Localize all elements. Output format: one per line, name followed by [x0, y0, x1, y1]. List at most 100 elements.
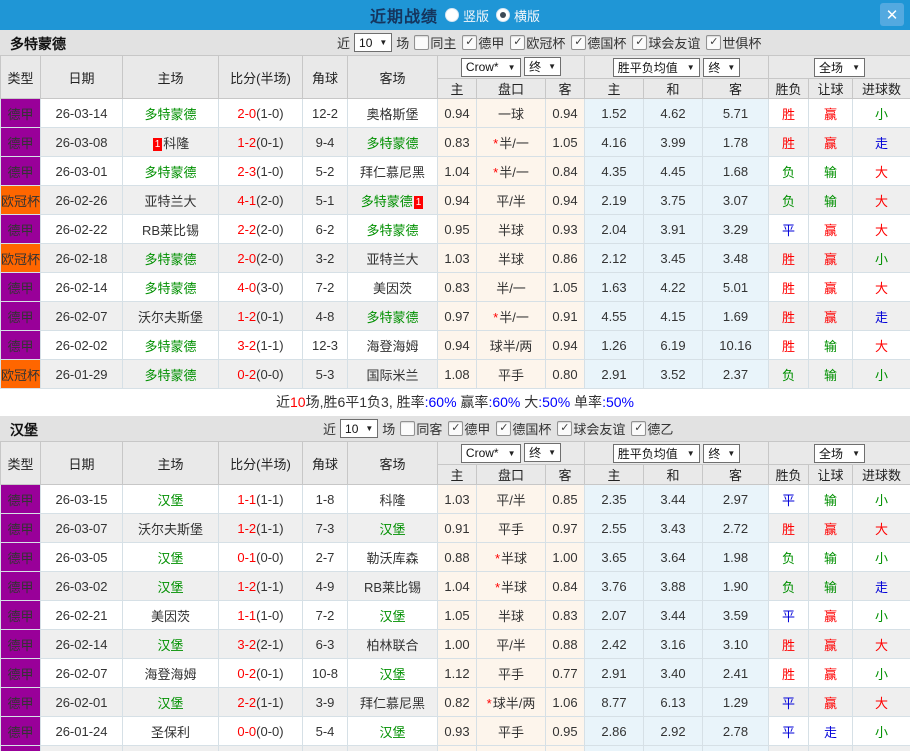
league-filter[interactable]: ✓德甲	[457, 33, 505, 52]
league-filter[interactable]: ✓德乙	[626, 419, 674, 438]
fulltime-group-header: 全场▼	[769, 442, 910, 465]
halftime-score: (1-0)	[256, 164, 283, 179]
fulltime-score: 3-2	[237, 637, 256, 652]
away-team-cell: 多特蒙德	[348, 302, 438, 331]
filter-label: 德甲	[478, 33, 504, 52]
checkbox-checked-icon[interactable]: ✓	[510, 35, 525, 50]
team-text: 拜仁慕尼黑	[360, 165, 425, 180]
result-cell: 平	[769, 215, 809, 244]
league-filter[interactable]: 同主	[409, 33, 457, 52]
handicap-home-odds-cell: 1.05	[438, 601, 477, 630]
league-filter[interactable]: ✓德国杯	[491, 419, 552, 438]
odds-source-select[interactable]: Crow*▼	[461, 58, 521, 77]
radio-label: 横版	[514, 6, 540, 25]
radio-selected-icon[interactable]	[496, 8, 510, 22]
checkbox-checked-icon[interactable]: ✓	[632, 35, 647, 50]
handicap-away-odds-cell: 0.91	[546, 302, 585, 331]
away-team-cell: 拜仁慕尼黑	[348, 688, 438, 717]
away-team-cell: 柏林联合	[348, 630, 438, 659]
handicap-away-odds-cell: 0.97	[546, 514, 585, 543]
corners-cell: 6-3	[303, 630, 348, 659]
checkbox-checked-icon[interactable]: ✓	[462, 35, 477, 50]
title-group: 近期战绩 竖版 横版	[370, 3, 540, 27]
subcol-result: 胜负	[769, 465, 809, 485]
handicap-cell: 平手	[477, 746, 546, 751]
filter-label: 同主	[430, 33, 456, 52]
result-text: 负	[782, 368, 795, 383]
league-filter[interactable]: ✓球会友谊	[627, 33, 701, 52]
checkbox-checked-icon[interactable]: ✓	[448, 421, 463, 436]
checkbox-checked-icon[interactable]: ✓	[571, 35, 586, 50]
handicap-cell: 球半/两	[477, 331, 546, 360]
score-cell: 0-0(0-0)	[219, 717, 303, 746]
checkbox-checked-icon[interactable]: ✓	[496, 421, 511, 436]
subcol-handicap: 盘口	[477, 79, 546, 99]
checkbox-checked-icon[interactable]: ✓	[631, 421, 646, 436]
team-text: 圣保利	[151, 725, 190, 740]
avg-draw-odds-cell: 3.44	[644, 485, 703, 514]
subcol-goals-result: 进球数	[853, 79, 910, 99]
col-header-type: 类型	[1, 56, 41, 99]
result-cell: 平	[769, 485, 809, 514]
league-filter[interactable]: ✓球会友谊	[552, 419, 626, 438]
odds-time-select[interactable]: 终▼	[524, 57, 561, 76]
result-text: 赢	[824, 252, 837, 267]
league-filter[interactable]: ✓世俱杯	[701, 33, 762, 52]
avg-draw-odds-cell: 4.62	[644, 99, 703, 128]
avg-odds-select[interactable]: 胜平负均值▼	[613, 444, 700, 463]
avg-away-odds-cell: 1.68	[703, 157, 769, 186]
radio-horizontal-layout[interactable]: 横版	[496, 6, 540, 25]
close-button[interactable]: ✕	[880, 3, 904, 26]
handicap-home-odds-cell: 1.08	[438, 360, 477, 389]
league-filter[interactable]: ✓德甲	[443, 419, 491, 438]
date-cell: 26-02-07	[41, 302, 123, 331]
result-cell: 负	[769, 186, 809, 215]
goals-result-cell: 小	[853, 601, 910, 630]
handicap-cell: *半/一	[477, 128, 546, 157]
league-filter[interactable]: ✓德国杯	[566, 33, 627, 52]
date-cell: 26-02-26	[41, 186, 123, 215]
checkbox-checked-icon[interactable]: ✓	[557, 421, 572, 436]
result-cell: 平	[769, 746, 809, 751]
match-row: 德甲26-03-01多特蒙德2-3(1-0)5-2拜仁慕尼黑1.04*半/一0.…	[1, 157, 910, 186]
avg-home-odds-cell: 3.76	[585, 572, 644, 601]
odds-time-select[interactable]: 终▼	[524, 443, 561, 462]
filter-label: 球会友谊	[648, 33, 700, 52]
checkbox-unchecked-icon[interactable]	[400, 421, 415, 436]
goals-result-cell: 小	[853, 99, 910, 128]
handicap-text: 半球	[501, 580, 527, 595]
avg-home-odds-cell: 2.86	[585, 717, 644, 746]
handicap-home-odds-cell: 1.03	[438, 244, 477, 273]
period-select[interactable]: 全场▼	[814, 58, 865, 77]
radio-vertical-layout[interactable]: 竖版	[445, 6, 489, 25]
league-filter[interactable]: ✓欧冠杯	[505, 33, 566, 52]
score-cell: 0-1(0-0)	[219, 543, 303, 572]
away-team-cell: 拜仁慕尼黑	[348, 157, 438, 186]
result-text: 胜	[782, 252, 795, 267]
result-text: 小	[875, 667, 888, 682]
result-text: 胜	[782, 667, 795, 682]
subcol-handicap-away: 客	[546, 79, 585, 99]
handicap-away-odds-cell: 0.80	[546, 360, 585, 389]
match-count-select[interactable]: 10 ▼	[354, 33, 392, 52]
avg-draw-odds-cell: 4.22	[644, 273, 703, 302]
score-cell: 0-2(0-1)	[219, 659, 303, 688]
league-cell: 德甲	[1, 331, 41, 360]
period-select[interactable]: 全场▼	[814, 444, 865, 463]
checkbox-checked-icon[interactable]: ✓	[706, 35, 721, 50]
avg-odds-time-select[interactable]: 终▼	[703, 444, 740, 463]
radio-icon[interactable]	[445, 8, 459, 22]
result-text: 负	[782, 194, 795, 209]
avg-odds-select[interactable]: 胜平负均值▼	[613, 58, 700, 77]
odds-source-select[interactable]: Crow*▼	[461, 444, 521, 463]
match-count-value: 10	[359, 36, 372, 50]
league-filter[interactable]: 同客	[395, 419, 443, 438]
result-cell: 平	[769, 688, 809, 717]
subcol-avg-away: 客	[703, 465, 769, 485]
avg-odds-time-select[interactable]: 终▼	[703, 58, 740, 77]
match-count-select[interactable]: 10 ▼	[340, 419, 378, 438]
checkbox-unchecked-icon[interactable]	[414, 35, 429, 50]
score-cell: 4-0(3-0)	[219, 273, 303, 302]
avg-away-odds-cell: 3.10	[703, 630, 769, 659]
match-row: 德甲26-03-081科隆1-2(0-1)9-4多特蒙德0.83*半/一1.05…	[1, 128, 910, 157]
